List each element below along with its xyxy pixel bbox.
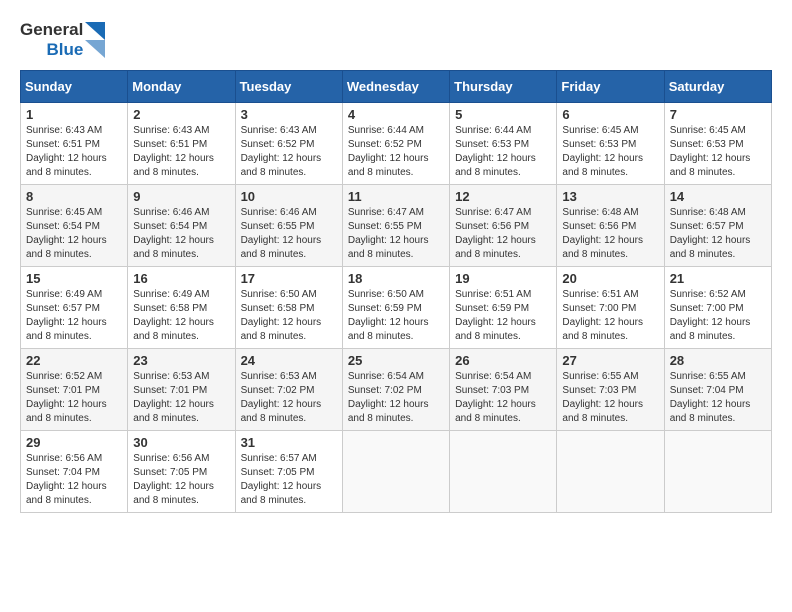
logo: General Blue — [20, 20, 105, 60]
logo-blue: Blue — [46, 40, 83, 60]
day-cell: 8Sunrise: 6:45 AM Sunset: 6:54 PM Daylig… — [21, 185, 128, 267]
day-cell: 9Sunrise: 6:46 AM Sunset: 6:54 PM Daylig… — [128, 185, 235, 267]
col-header-wednesday: Wednesday — [342, 71, 449, 103]
day-cell: 30Sunrise: 6:56 AM Sunset: 7:05 PM Dayli… — [128, 431, 235, 513]
day-cell — [664, 431, 771, 513]
logo-arrow-icon — [85, 22, 105, 58]
logo-general: General — [20, 20, 83, 40]
day-cell: 12Sunrise: 6:47 AM Sunset: 6:56 PM Dayli… — [450, 185, 557, 267]
day-cell: 6Sunrise: 6:45 AM Sunset: 6:53 PM Daylig… — [557, 103, 664, 185]
col-header-sunday: Sunday — [21, 71, 128, 103]
day-cell: 16Sunrise: 6:49 AM Sunset: 6:58 PM Dayli… — [128, 267, 235, 349]
day-cell: 24Sunrise: 6:53 AM Sunset: 7:02 PM Dayli… — [235, 349, 342, 431]
col-header-tuesday: Tuesday — [235, 71, 342, 103]
day-cell: 13Sunrise: 6:48 AM Sunset: 6:56 PM Dayli… — [557, 185, 664, 267]
day-cell: 23Sunrise: 6:53 AM Sunset: 7:01 PM Dayli… — [128, 349, 235, 431]
day-cell: 11Sunrise: 6:47 AM Sunset: 6:55 PM Dayli… — [342, 185, 449, 267]
day-cell — [557, 431, 664, 513]
day-cell: 3Sunrise: 6:43 AM Sunset: 6:52 PM Daylig… — [235, 103, 342, 185]
day-cell: 21Sunrise: 6:52 AM Sunset: 7:00 PM Dayli… — [664, 267, 771, 349]
day-cell: 22Sunrise: 6:52 AM Sunset: 7:01 PM Dayli… — [21, 349, 128, 431]
day-cell: 27Sunrise: 6:55 AM Sunset: 7:03 PM Dayli… — [557, 349, 664, 431]
day-cell: 25Sunrise: 6:54 AM Sunset: 7:02 PM Dayli… — [342, 349, 449, 431]
col-header-friday: Friday — [557, 71, 664, 103]
col-header-monday: Monday — [128, 71, 235, 103]
day-cell: 10Sunrise: 6:46 AM Sunset: 6:55 PM Dayli… — [235, 185, 342, 267]
day-cell: 17Sunrise: 6:50 AM Sunset: 6:58 PM Dayli… — [235, 267, 342, 349]
day-cell: 15Sunrise: 6:49 AM Sunset: 6:57 PM Dayli… — [21, 267, 128, 349]
day-cell: 14Sunrise: 6:48 AM Sunset: 6:57 PM Dayli… — [664, 185, 771, 267]
day-cell: 26Sunrise: 6:54 AM Sunset: 7:03 PM Dayli… — [450, 349, 557, 431]
calendar-table: SundayMondayTuesdayWednesdayThursdayFrid… — [20, 70, 772, 513]
day-cell: 29Sunrise: 6:56 AM Sunset: 7:04 PM Dayli… — [21, 431, 128, 513]
day-cell: 28Sunrise: 6:55 AM Sunset: 7:04 PM Dayli… — [664, 349, 771, 431]
week-row: 8Sunrise: 6:45 AM Sunset: 6:54 PM Daylig… — [21, 185, 772, 267]
day-cell — [450, 431, 557, 513]
day-cell: 18Sunrise: 6:50 AM Sunset: 6:59 PM Dayli… — [342, 267, 449, 349]
week-row: 1Sunrise: 6:43 AM Sunset: 6:51 PM Daylig… — [21, 103, 772, 185]
day-cell: 1Sunrise: 6:43 AM Sunset: 6:51 PM Daylig… — [21, 103, 128, 185]
col-header-thursday: Thursday — [450, 71, 557, 103]
day-cell: 7Sunrise: 6:45 AM Sunset: 6:53 PM Daylig… — [664, 103, 771, 185]
week-row: 22Sunrise: 6:52 AM Sunset: 7:01 PM Dayli… — [21, 349, 772, 431]
day-cell: 20Sunrise: 6:51 AM Sunset: 7:00 PM Dayli… — [557, 267, 664, 349]
day-cell: 5Sunrise: 6:44 AM Sunset: 6:53 PM Daylig… — [450, 103, 557, 185]
day-cell: 31Sunrise: 6:57 AM Sunset: 7:05 PM Dayli… — [235, 431, 342, 513]
day-cell: 19Sunrise: 6:51 AM Sunset: 6:59 PM Dayli… — [450, 267, 557, 349]
day-cell: 4Sunrise: 6:44 AM Sunset: 6:52 PM Daylig… — [342, 103, 449, 185]
col-header-saturday: Saturday — [664, 71, 771, 103]
day-cell — [342, 431, 449, 513]
week-row: 29Sunrise: 6:56 AM Sunset: 7:04 PM Dayli… — [21, 431, 772, 513]
header-row: SundayMondayTuesdayWednesdayThursdayFrid… — [21, 71, 772, 103]
week-row: 15Sunrise: 6:49 AM Sunset: 6:57 PM Dayli… — [21, 267, 772, 349]
page-header: General Blue — [20, 20, 772, 60]
day-cell: 2Sunrise: 6:43 AM Sunset: 6:51 PM Daylig… — [128, 103, 235, 185]
